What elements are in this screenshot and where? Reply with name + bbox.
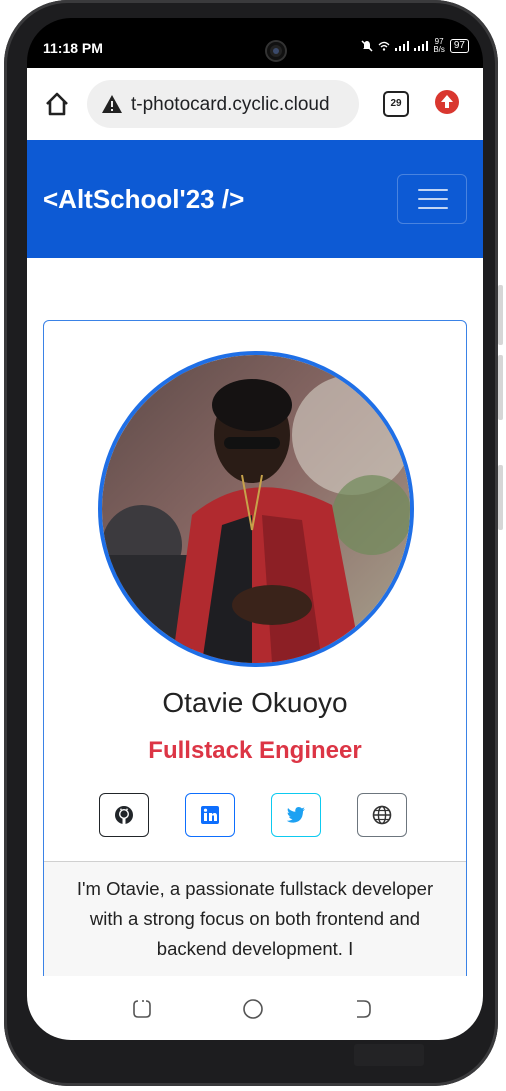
linkedin-button[interactable] [185, 793, 235, 837]
status-bar: 11:18 PM 97 B/s 97 [27, 18, 483, 68]
side-button [498, 355, 503, 420]
website-button[interactable] [357, 793, 407, 837]
web-page: <AltSchool'23 /> Otavie Okuoyo Fullstack… [27, 140, 483, 976]
navbar-brand[interactable]: <AltSchool'23 /> [43, 184, 244, 215]
profile-card: Otavie Okuoyo Fullstack Engineer I'm Ota… [43, 320, 467, 976]
back-button[interactable] [351, 998, 373, 1020]
side-button [498, 285, 503, 345]
github-button[interactable] [99, 793, 149, 837]
front-camera [267, 42, 285, 60]
github-icon [115, 806, 133, 824]
card-footer: I'm Otavie, a passionate fullstack devel… [44, 861, 466, 976]
navbar-toggler-button[interactable] [397, 174, 467, 224]
twitter-icon [286, 807, 305, 823]
wifi-icon [378, 41, 390, 51]
home-nav-button[interactable] [242, 998, 264, 1020]
url-text: t-photocard.cyclic.cloud [131, 94, 330, 115]
profile-name: Otavie Okuoyo [162, 687, 348, 718]
tab-switcher-button[interactable]: 29 [383, 91, 409, 117]
mute-icon [361, 40, 373, 52]
linkedin-icon [201, 806, 219, 824]
status-time: 11:18 PM [43, 40, 103, 56]
hamburger-line [418, 198, 448, 200]
status-icons: 97 B/s 97 [361, 38, 469, 54]
site-navbar: <AltSchool'23 /> [27, 140, 483, 258]
profile-role: Fullstack Engineer [148, 737, 362, 764]
system-navigation-bar [27, 976, 483, 1040]
profile-bio: I'm Otavie, a passionate fullstack devel… [76, 878, 434, 959]
browser-toolbar: t-photocard.cyclic.cloud 29 [27, 68, 483, 140]
phone-screen: 11:18 PM 97 B/s 97 t-photocard.cyclic.cl… [27, 18, 483, 1040]
update-button[interactable] [435, 90, 459, 114]
home-button[interactable] [43, 90, 71, 118]
phone-frame: 11:18 PM 97 B/s 97 t-photocard.cyclic.cl… [4, 0, 503, 1086]
net-speed: 97 B/s [433, 38, 445, 54]
signal-icon [395, 41, 410, 51]
globe-icon [372, 805, 392, 825]
hamburger-line [418, 189, 448, 191]
arrow-up-icon [441, 95, 453, 108]
address-bar[interactable]: t-photocard.cyclic.cloud [87, 80, 359, 128]
net-speed-unit: B/s [433, 45, 445, 54]
hamburger-line [418, 207, 448, 209]
twitter-button[interactable] [271, 793, 321, 837]
phone-speaker-grille [354, 1044, 424, 1066]
warning-icon[interactable] [101, 94, 123, 114]
side-button [498, 465, 503, 530]
home-icon [46, 92, 68, 116]
recent-apps-button[interactable] [131, 998, 153, 1020]
battery-indicator: 97 [449, 39, 469, 53]
profile-photo [98, 351, 414, 667]
signal-icon [414, 41, 429, 51]
